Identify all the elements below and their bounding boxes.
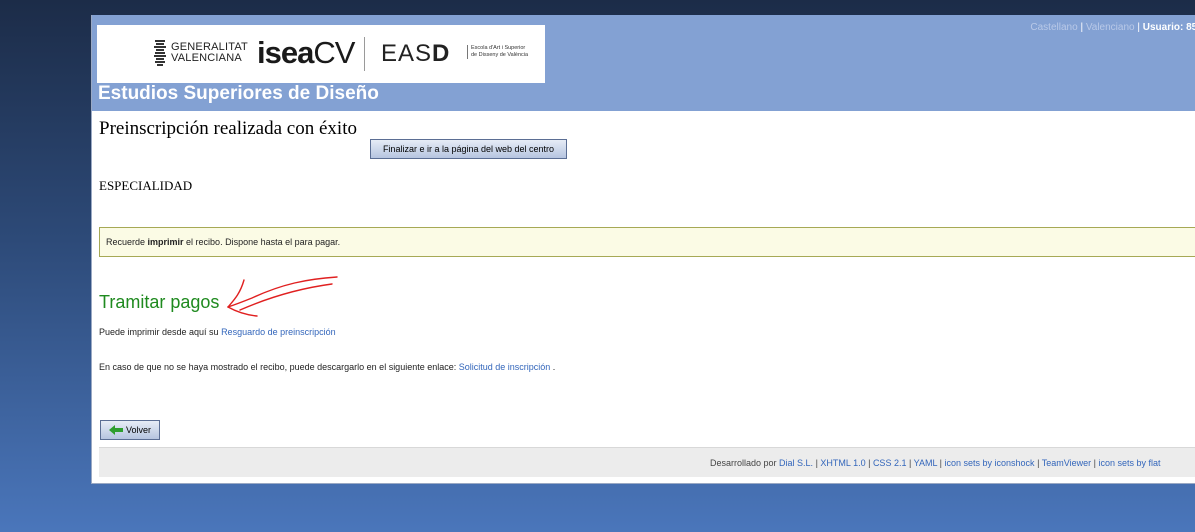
easd-logo: EASD xyxy=(381,40,451,67)
annotation-arrow xyxy=(227,276,338,317)
iseacv-logo: iseaCV xyxy=(257,35,355,70)
footer-link-teamviewer[interactable]: TeamViewer xyxy=(1042,458,1091,468)
enrollment-request-link[interactable]: Solicitud de inscripción xyxy=(459,362,551,372)
payment-notice: Recuerde imprimir el recibo. Dispone has… xyxy=(99,227,1195,257)
lang-separator: | xyxy=(1080,22,1084,33)
section-title-payments: Tramitar pagos xyxy=(99,292,220,312)
footer-link-xhtml[interactable]: XHTML 1.0 xyxy=(820,458,865,468)
back-button[interactable]: Volver xyxy=(100,420,160,440)
back-button-label: Volver xyxy=(125,425,151,435)
generalitat-logo-text: GENERALITAT VALENCIANA xyxy=(171,41,248,64)
site-header: GENERALITAT VALENCIANA iseaCV EASD Escol… xyxy=(92,15,1195,111)
logo-banner[interactable]: GENERALITAT VALENCIANA iseaCV EASD Escol… xyxy=(97,25,545,83)
download-receipt-line: En caso de que no se haya mostrado el re… xyxy=(99,362,556,372)
site-footer: Desarrollado por Dial S.L. | XHTML 1.0 |… xyxy=(99,447,1195,477)
footer-link-css[interactable]: CSS 2.1 xyxy=(873,458,907,468)
lang-castellano-link[interactable]: Castellano xyxy=(1030,22,1077,33)
preinscription-receipt-link[interactable]: Resguardo de preinscripción xyxy=(221,327,336,337)
language-bar: Castellano | Valenciano | Usuario: 85. xyxy=(1030,22,1195,33)
footer-link-dial[interactable]: Dial S.L. xyxy=(779,458,813,468)
logo-divider xyxy=(364,37,365,71)
success-message: Preinscripción realizada con éxito xyxy=(99,118,357,139)
arrow-left-icon xyxy=(108,425,123,435)
footer-link-flat[interactable]: icon sets by flat xyxy=(1098,458,1160,468)
lang-valenciano-link[interactable]: Valenciano xyxy=(1086,22,1135,33)
specialty-label: ESPECIALIDAD xyxy=(99,178,193,193)
easd-logo-subtitle: Escola d'Art i Superior de Disseny de Va… xyxy=(467,45,528,59)
page-container: GENERALITAT VALENCIANA iseaCV EASD Escol… xyxy=(91,15,1195,484)
user-label: Usuario: 85. xyxy=(1142,22,1195,33)
footer-link-yaml[interactable]: YAML xyxy=(914,458,938,468)
lang-separator: | xyxy=(1137,22,1140,33)
finish-button[interactable]: Finalizar e ir a la página del web del c… xyxy=(370,139,567,159)
footer-link-iconshock[interactable]: icon sets by iconshock xyxy=(945,458,1035,468)
generalitat-emblem-icon xyxy=(154,40,166,66)
site-title: Estudios Superiores de Diseño xyxy=(98,83,379,104)
print-receipt-line: Puede imprimir desde aquí su Resguardo d… xyxy=(99,327,336,337)
